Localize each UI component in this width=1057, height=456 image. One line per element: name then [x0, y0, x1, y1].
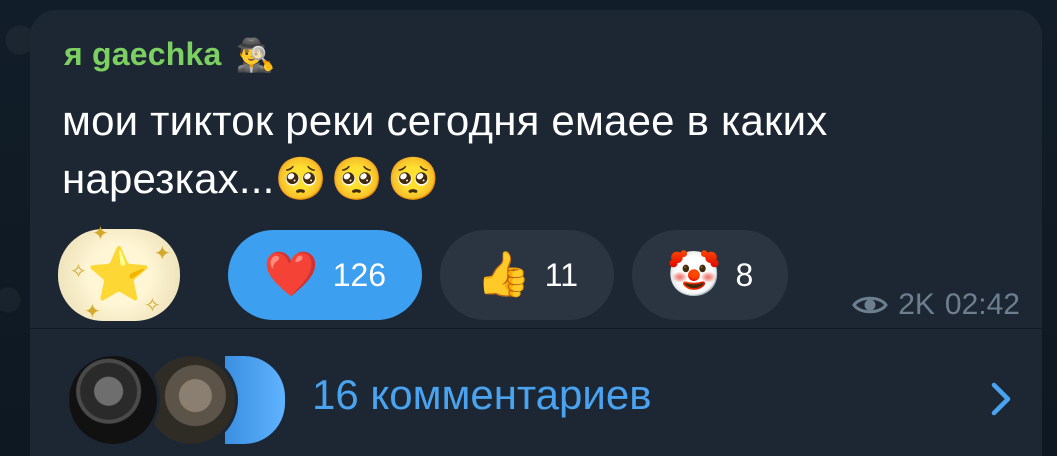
post-author[interactable]: я gaechka 🕵️‍♂️	[64, 36, 275, 73]
reaction-clown[interactable]: 🤡 8	[632, 230, 788, 320]
comments-label: 16 комментариев	[312, 371, 652, 418]
avatar	[66, 353, 160, 447]
chevron-right-icon	[990, 381, 1012, 422]
commenter-avatars	[66, 353, 288, 447]
thumbs-up-icon: 👍	[475, 250, 531, 299]
reaction-heart[interactable]: ❤️ 126	[228, 230, 422, 320]
reaction-count: 8	[735, 256, 754, 293]
sparkle-icon: ✧	[144, 295, 161, 317]
author-name[interactable]: я gaechka	[64, 36, 221, 73]
sparkle-icon: ✦	[154, 243, 171, 265]
post-time: 02:42	[944, 288, 1020, 321]
sparkle-icon: ✦	[92, 223, 109, 245]
comments-button[interactable]: 16 комментариев	[30, 329, 1042, 456]
reaction-count: 11	[544, 256, 578, 293]
reaction-star[interactable]: ✦ ✧ ✦ ✧ ✦ ⭐	[58, 223, 180, 323]
message-line-1: мои тикток реки сегодня емаее в каких	[62, 97, 828, 144]
message-text: мои тикток реки сегодня емаее в каких на…	[62, 92, 1022, 208]
view-count: 2K	[898, 288, 935, 321]
reaction-thumbs-up[interactable]: 👍 11	[440, 230, 614, 320]
sparkle-icon: ✧	[70, 261, 87, 283]
channel-post: я gaechka 🕵️‍♂️ мои тикток реки сегодня …	[30, 10, 1042, 456]
clown-icon: 🤡	[666, 250, 722, 299]
message-line-2: нарезках...	[62, 155, 275, 202]
eye-icon	[852, 293, 889, 317]
sparkle-icon: ✦	[84, 301, 101, 323]
detective-emoji-icon: 🕵️‍♂️	[235, 36, 276, 73]
star-icon: ⭐	[86, 246, 152, 304]
pleading-face-emoji-icon: 🥺🥺🥺	[274, 155, 444, 202]
post-meta: 2K 02:42	[852, 288, 1020, 322]
reactions-bar: ✦ ✧ ✦ ✧ ✦ ⭐ ❤️ 126 👍 11 🤡 8	[58, 223, 798, 323]
reaction-count: 126	[332, 256, 387, 293]
heart-icon: ❤️	[263, 250, 319, 299]
